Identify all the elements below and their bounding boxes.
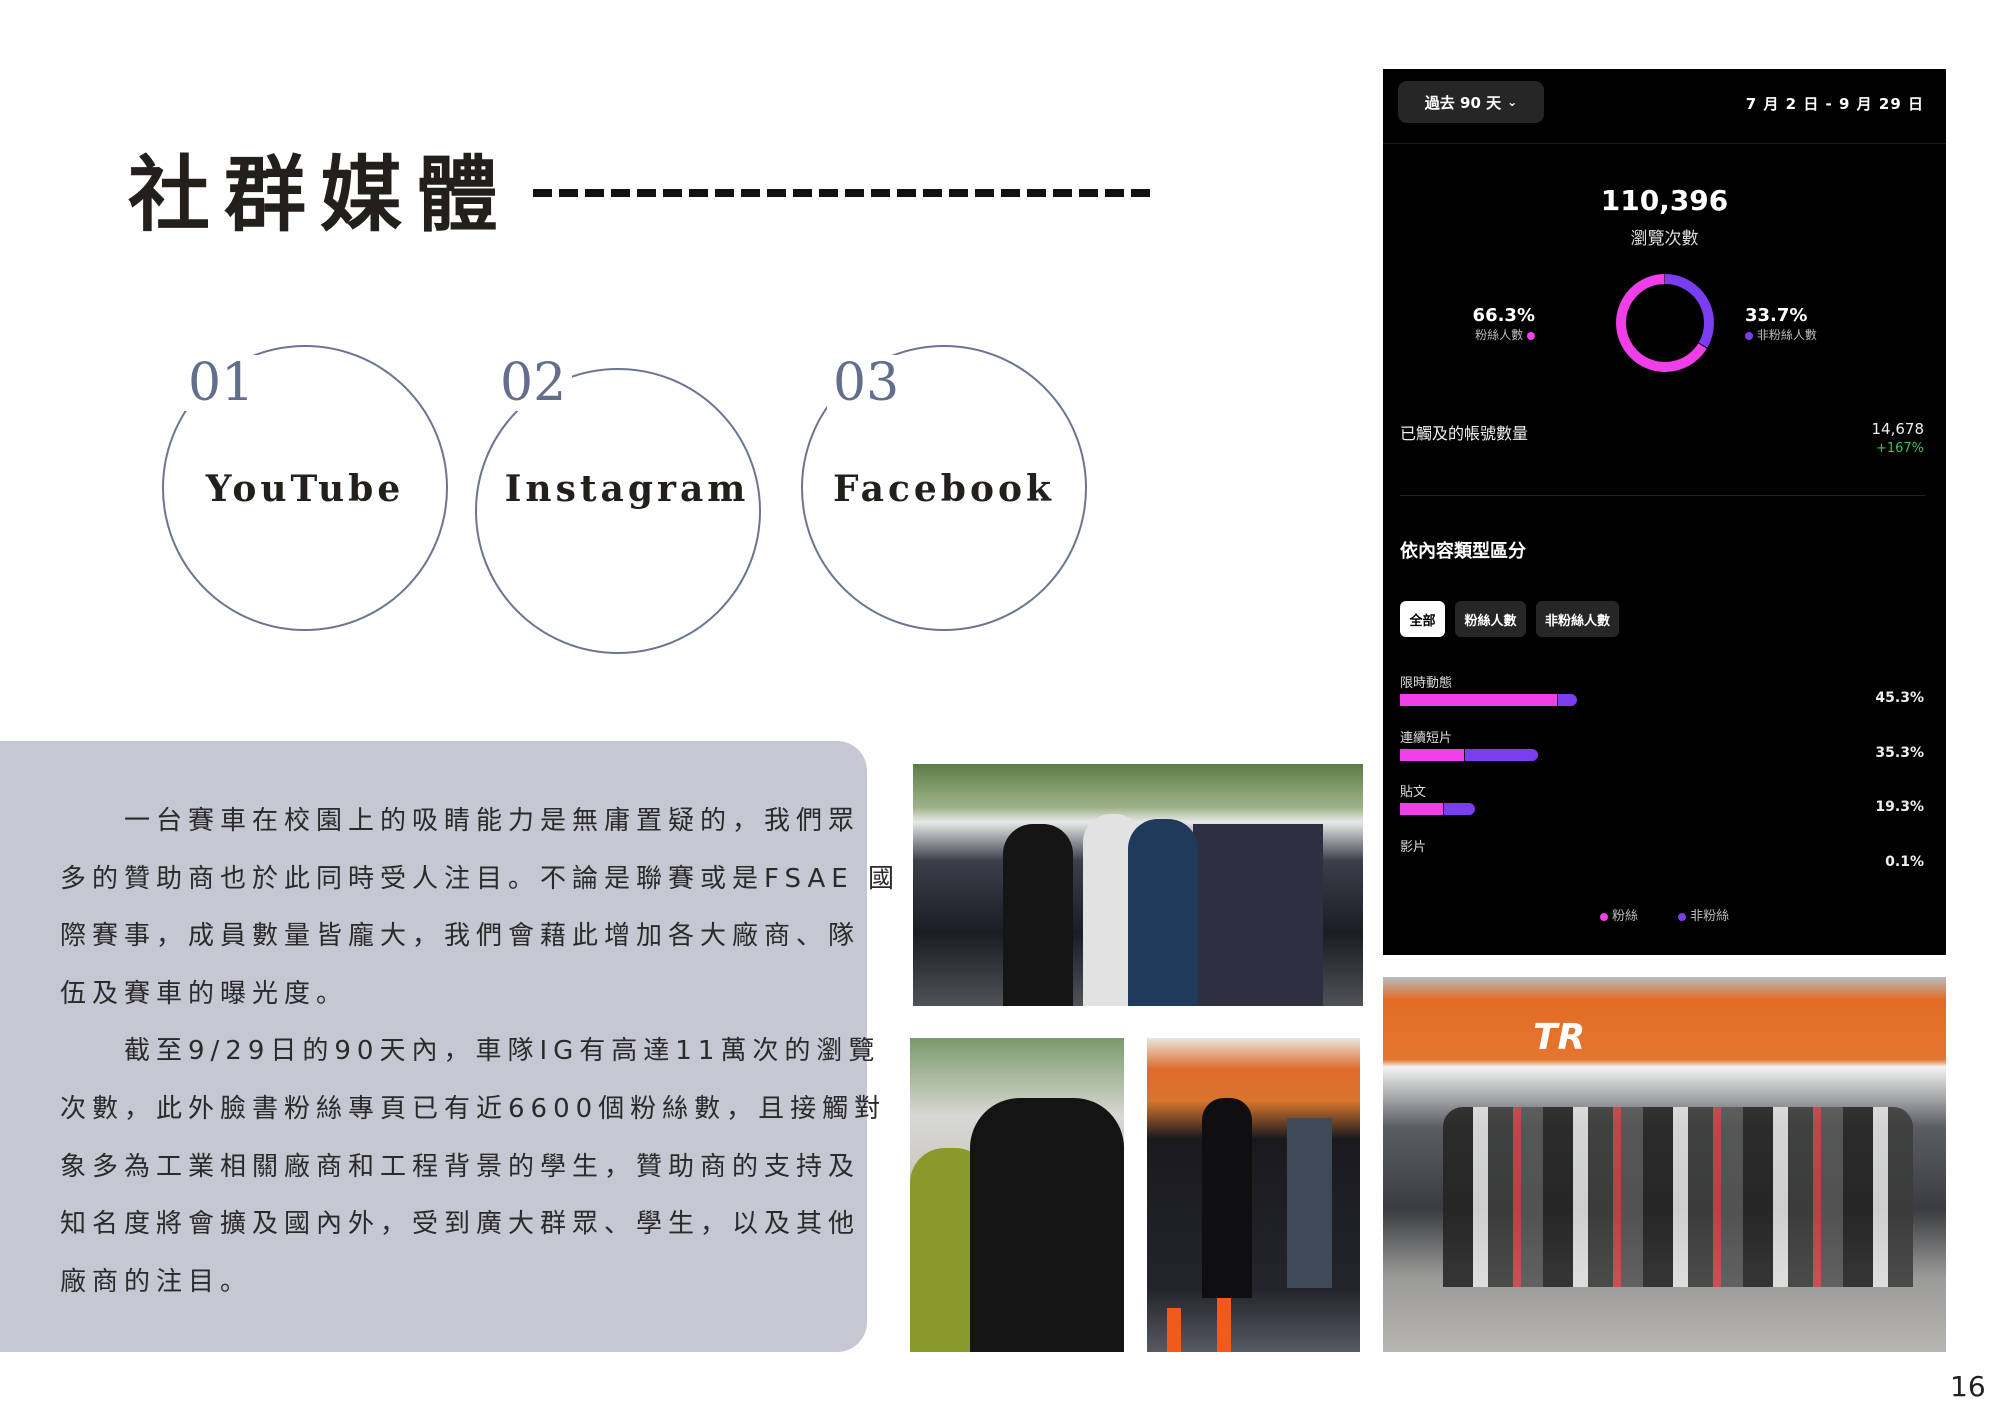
filter-all-button[interactable]: 全部 [1400,601,1445,637]
bar-value-label: 45.3% [1875,690,1924,706]
nonfollowers-label: 非粉絲人數 [1756,328,1817,342]
bar-fans-segment [1400,694,1557,706]
bar-value-label: 19.3% [1875,799,1924,815]
platform-number-02: 02 [494,355,573,411]
section-divider [1400,495,1925,496]
bar-value-label: 35.3% [1875,744,1924,761]
description-line: 伍及賽車的曝光度。 [60,978,349,1009]
nonfans-dot-icon [1745,331,1753,340]
bar-value-label: 0.1% [1885,853,1924,870]
period-dropdown[interactable]: 過去 90 天 ⌄ [1398,81,1544,123]
bar-category-label: 貼文 [1400,785,1427,800]
followers-legend: 粉絲人數 [1473,326,1535,343]
description-line: 次數，此外臉書粉絲專頁已有近6600個粉絲數，且接觸對 [60,1094,887,1124]
legend-fans: 粉絲 [1599,905,1638,924]
accounts-reached-value: 14,678 [1871,420,1925,438]
period-dropdown-label: 過去 90 天 [1424,93,1502,112]
nonfollowers-stat: 33.7% 非粉絲人數 [1745,305,1817,343]
description-line: 際賽事，成員數量皆龐大，我們會藉此增加各大廠商、隊 [60,921,861,952]
bar-nonfans-segment [1443,803,1476,815]
followers-stat: 66.3% 粉絲人數 [1473,305,1535,343]
description-line: 截至9/29日的90天內，車隊IG有高達11萬次的瀏覽 [60,1036,881,1067]
views-total: 110,396 [1600,184,1729,217]
platform-number-01: 01 [182,355,261,411]
description-line: 知名度將會擴及國內外，受到廣大群眾、學生，以及其他 [60,1209,861,1240]
bar-nonfans-segment [1465,748,1538,761]
photo-team-booth [1147,1038,1360,1352]
page-title: 社群媒體 [128,147,513,243]
nonfans-dot-icon [1678,912,1686,921]
bar-category-label: 連續短片 [1400,730,1453,746]
legend-fans-label: 粉絲 [1611,909,1638,924]
bar-fans-segment [1400,748,1465,761]
legend-nonfans: 非粉絲 [1678,905,1729,924]
breakdown-title: 依內容類型區分 [1400,541,1526,562]
nonfollowers-legend: 非粉絲人數 [1745,326,1817,343]
followers-pct: 66.3% [1472,305,1535,326]
platform-youtube: YouTube [205,468,405,510]
header-divider [1383,143,1946,144]
tr-racing-logo: TR [1533,1017,1586,1058]
title-dashed-rule [533,189,1153,197]
accounts-reached-label: 已觸及的帳號數量 [1400,424,1529,443]
bar-category-label: 影片 [1400,839,1427,855]
platform-facebook: Facebook [833,468,1055,510]
views-donut-chart [1616,274,1714,372]
chevron-down-icon: ⌄ [1507,95,1518,109]
instagram-insights-panel: 過去 90 天 ⌄ 7 月 2 日 - 9 月 29 日 110,396 瀏覽次… [1383,69,1946,955]
platform-number-03: 03 [827,355,906,411]
filter-nonfollowers-button[interactable]: 非粉絲人數 [1536,601,1619,637]
legend-nonfans-label: 非粉絲 [1690,909,1730,924]
photo-students-talking [910,1038,1124,1352]
description-line: 廠商的注目。 [60,1266,253,1297]
views-label: 瀏覽次數 [1630,229,1699,249]
bar-nonfans-segment [1557,694,1577,706]
accounts-reached-change: +167% [1875,441,1924,456]
description-line: 象多為工業相關廠商和工程背景的學生，贊助商的支持及 [60,1151,861,1182]
bar-legend: 粉絲 非粉絲 [1383,905,1946,924]
fans-dot-icon [1527,331,1535,340]
filter-followers-button[interactable]: 粉絲人數 [1455,601,1526,637]
fans-dot-icon [1599,912,1608,921]
description-line: 一台賽車在校園上的吸睛能力是無庸置疑的，我們眾 [60,806,861,836]
page-number: 16 [1950,1370,1986,1403]
description-line: 多的贊助商也於此同時受人注目。不論是聯賽或是FSAE 國 [60,863,900,894]
date-range: 7 月 2 日 - 9 月 29 日 [1745,95,1924,113]
nonfollowers-pct: 33.7% [1745,305,1808,326]
photo-racing-booth-crowd: TR [1383,977,1946,1352]
platform-instagram: Instagram [504,468,750,510]
bar-fans-segment [1400,803,1443,815]
bar-category-label: 限時動態 [1400,676,1453,691]
followers-label: 粉絲人數 [1475,328,1524,342]
photo-team-members-handshake [913,764,1363,1006]
